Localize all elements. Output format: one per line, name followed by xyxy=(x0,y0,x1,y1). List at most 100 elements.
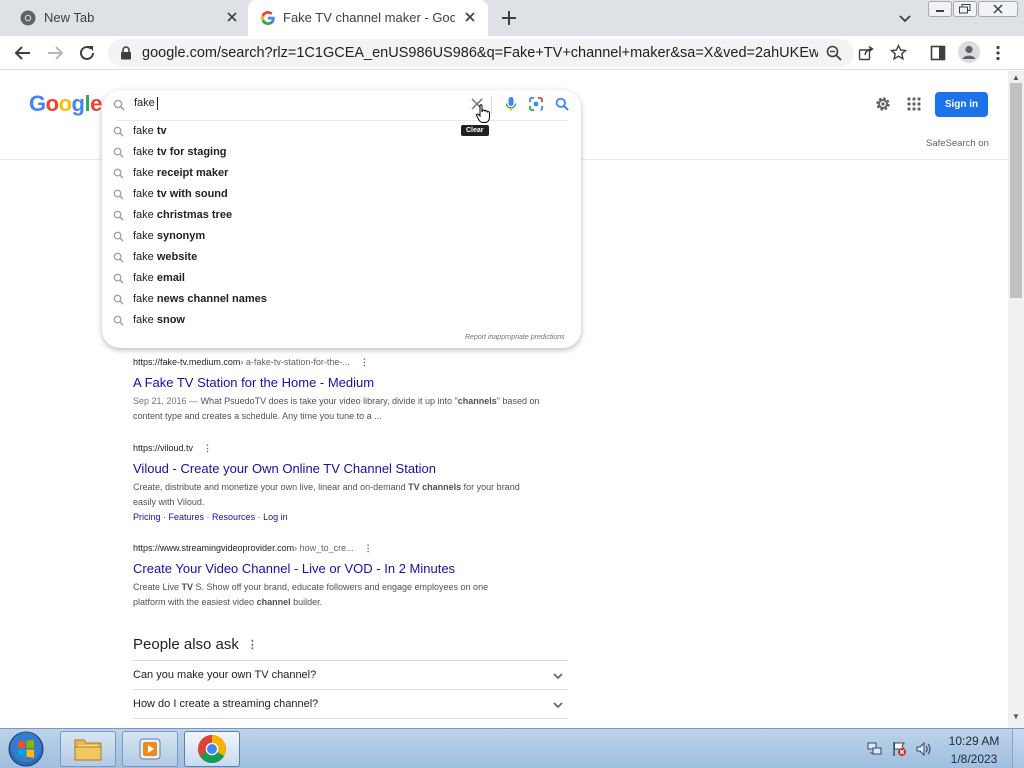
sitelink-resources[interactable]: Resources xyxy=(212,512,255,522)
suggestion-text: fake news channel names xyxy=(133,293,267,305)
sitelink-separator: · xyxy=(255,512,264,522)
tab-strip: New Tab Fake TV channel maker - Google S… xyxy=(0,0,1024,36)
camera-lens-icon[interactable] xyxy=(528,96,544,112)
safesearch-label[interactable]: SafeSearch on xyxy=(926,138,989,149)
suggestion-item[interactable]: fake email xyxy=(102,269,581,290)
result-path: › how_to_cre... xyxy=(294,543,354,553)
result-title-link[interactable]: A Fake TV Station for the Home - Medium xyxy=(133,375,543,390)
search-icon xyxy=(113,126,124,137)
more-options-icon[interactable]: ⋮ xyxy=(247,638,258,651)
logo-letter: g xyxy=(71,91,85,116)
result-cite[interactable]: https://www.streamingvideoprovider.com ›… xyxy=(133,542,543,554)
lock-icon[interactable] xyxy=(120,46,132,60)
logo-letter: G xyxy=(29,91,46,116)
action-center-flag-icon[interactable] xyxy=(891,741,907,757)
clock-time[interactable]: 10:29 AM xyxy=(946,734,1002,748)
snippet-text: builder. xyxy=(290,597,323,607)
scrollbar-thumb[interactable] xyxy=(1010,83,1022,298)
sitelink-features[interactable]: Features xyxy=(169,512,205,522)
paa-question-text: Can you make your own TV channel? xyxy=(133,669,317,681)
suggestion-completion: christmas tree xyxy=(156,209,233,221)
vertical-scrollbar[interactable]: ▲ ▼ xyxy=(1008,71,1024,728)
new-tab-icon[interactable] xyxy=(500,9,518,27)
more-options-icon[interactable]: ⋮ xyxy=(203,443,212,454)
result-cite[interactable]: https://fake-tv.medium.com › a-fake-tv-s… xyxy=(133,356,543,368)
suggestion-item[interactable]: fake tv for staging xyxy=(102,143,581,164)
suggestion-item[interactable]: fake tv with sound xyxy=(102,185,581,206)
report-predictions-link[interactable]: Report inappropriate predictions xyxy=(465,334,565,341)
chevron-down-icon[interactable] xyxy=(552,699,564,711)
paa-question[interactable]: Can you make your own TV channel? xyxy=(133,660,568,689)
reload-icon[interactable] xyxy=(78,44,96,62)
close-tab-icon[interactable] xyxy=(464,11,476,23)
zoom-icon[interactable] xyxy=(826,45,842,61)
search-result: https://viloud.tv ⋮ Viloud - Create your … xyxy=(133,442,543,524)
taskbar-file-explorer[interactable] xyxy=(60,731,116,767)
suggestion-prefix: fake xyxy=(133,272,154,284)
result-path: › a-fake-tv-station-for-the-... xyxy=(240,357,350,367)
scroll-down-arrow-icon[interactable]: ▼ xyxy=(1012,712,1020,721)
clock-date[interactable]: 1/8/2023 xyxy=(946,752,1002,766)
more-options-icon[interactable]: ⋮ xyxy=(360,357,369,368)
suggestion-prefix: fake xyxy=(133,167,154,179)
taskbar-media-player[interactable] xyxy=(122,731,178,767)
restore-icon[interactable] xyxy=(953,1,977,17)
tab-new-tab[interactable]: New Tab xyxy=(0,0,250,36)
suggestion-completion: tv for staging xyxy=(156,146,227,158)
share-icon[interactable] xyxy=(858,45,874,61)
show-desktop-button[interactable] xyxy=(1012,729,1024,768)
kebab-menu-icon[interactable] xyxy=(995,45,1001,61)
close-window-icon[interactable] xyxy=(978,1,1018,17)
result-snippet: Sep 21, 2016 — What PsuedoTV does is tak… xyxy=(133,394,543,424)
search-icon xyxy=(113,252,124,263)
suggestion-item[interactable]: fake website xyxy=(102,248,581,269)
result-site: https://viloud.tv xyxy=(133,443,194,453)
taskbar-chrome[interactable] xyxy=(184,731,240,767)
forward-arrow-icon[interactable] xyxy=(46,44,64,62)
search-icon xyxy=(113,231,124,242)
search-input[interactable]: fake xyxy=(134,97,155,109)
snippet-highlight: TV channels xyxy=(408,482,462,492)
sign-in-button[interactable]: Sign in xyxy=(935,92,988,117)
paa-question[interactable]: How do I create a streaming channel? xyxy=(133,689,568,718)
google-g-icon xyxy=(260,10,276,26)
back-arrow-icon[interactable] xyxy=(14,44,32,62)
chevron-down-icon[interactable] xyxy=(898,11,912,25)
result-title-link[interactable]: Create Your Video Channel - Live or VOD … xyxy=(133,561,543,576)
sitelink-pricing[interactable]: Pricing xyxy=(133,512,161,522)
bookmark-star-icon[interactable] xyxy=(890,44,907,61)
suggestion-item[interactable]: fake tv xyxy=(102,122,581,143)
suggestion-item[interactable]: fake christmas tree xyxy=(102,206,581,227)
snippet-text: Create Live xyxy=(133,582,182,592)
address-bar[interactable]: google.com/search?rlz=1C1GCEA_enUS986US9… xyxy=(108,39,854,67)
side-panel-icon[interactable] xyxy=(930,45,946,61)
search-submit-icon[interactable] xyxy=(555,97,569,111)
network-icon[interactable] xyxy=(867,741,883,757)
suggestion-item[interactable]: fake synonym xyxy=(102,227,581,248)
search-box[interactable]: fake xyxy=(102,90,581,120)
suggestion-text: fake snow xyxy=(133,314,185,326)
suggestion-item[interactable]: fake receipt maker xyxy=(102,164,581,185)
search-autocomplete-panel: fake fake tv fake tv for staging fake re… xyxy=(102,90,581,348)
close-tab-icon[interactable] xyxy=(226,11,238,23)
chevron-down-icon[interactable] xyxy=(552,670,564,682)
suggestion-item[interactable]: fake news channel names xyxy=(102,290,581,311)
microphone-icon[interactable] xyxy=(504,96,518,112)
apps-grid-icon[interactable] xyxy=(906,96,922,112)
gear-icon[interactable] xyxy=(874,95,892,113)
tab-search-results[interactable]: Fake TV channel maker - Google Search xyxy=(248,0,488,36)
scroll-up-arrow-icon[interactable]: ▲ xyxy=(1012,73,1020,82)
profile-avatar-icon[interactable] xyxy=(958,41,980,63)
volume-icon[interactable] xyxy=(915,741,933,757)
result-cite[interactable]: https://viloud.tv ⋮ xyxy=(133,442,543,454)
minimize-icon[interactable] xyxy=(928,1,952,17)
snippet-highlight: channels xyxy=(457,396,497,406)
windows-start-icon[interactable] xyxy=(4,729,48,768)
sitelink-login[interactable]: Log in xyxy=(263,512,288,522)
search-icon xyxy=(113,147,124,158)
url-text[interactable]: google.com/search?rlz=1C1GCEA_enUS986US9… xyxy=(142,45,818,61)
google-logo[interactable]: Google xyxy=(29,91,102,117)
result-title-link[interactable]: Viloud - Create your Own Online TV Chann… xyxy=(133,461,543,476)
suggestion-item[interactable]: fake snow xyxy=(102,311,581,332)
more-options-icon[interactable]: ⋮ xyxy=(364,543,373,554)
